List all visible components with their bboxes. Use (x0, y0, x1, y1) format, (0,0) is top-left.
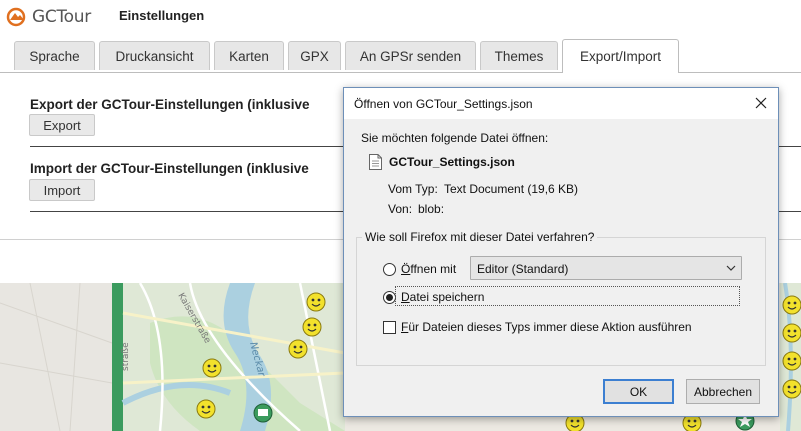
settings-tabbar: Sprache Druckansicht Karten GPX An GPSr … (0, 38, 801, 73)
import-section-title: Import der GCTour-Einstellungen (inklusi… (30, 161, 309, 176)
tab-label: Export/Import (579, 49, 662, 64)
open-with-app-select[interactable]: Editor (Standard) (470, 256, 742, 280)
geocache-traditional-icon[interactable] (253, 403, 273, 423)
geocache-found-icon[interactable] (288, 339, 308, 359)
file-source-label: Von: (388, 202, 413, 216)
file-source-value: blob: (418, 202, 445, 216)
page-title: Einstellungen (119, 8, 205, 23)
text-file-icon (369, 154, 382, 170)
gctour-logo-icon (6, 7, 26, 27)
import-button[interactable]: Import (29, 179, 95, 201)
chevron-down-icon (726, 265, 736, 271)
geocache-found-icon[interactable] (196, 399, 216, 419)
tab-label: Sprache (29, 48, 80, 64)
export-button[interactable]: Export (29, 114, 95, 136)
ok-button[interactable]: OK (603, 379, 674, 404)
file-type-value: Text Document (19,6 KB) (444, 182, 579, 196)
tab-label: Druckansicht (115, 48, 194, 64)
tab-label: Karten (229, 48, 269, 64)
geocache-found-icon[interactable] (782, 351, 801, 371)
geocache-found-icon[interactable] (782, 295, 801, 315)
download-dialog: Öffnen von GCTour_Settings.json Sie möch… (343, 87, 779, 417)
tab-label: An GPSr senden (359, 48, 462, 64)
tab-sprache[interactable]: Sprache (14, 41, 95, 70)
action-question: Wie soll Firefox mit dieser Datei verfah… (362, 230, 598, 244)
geocache-found-icon[interactable] (202, 358, 222, 378)
open-with-app-value: Editor (Standard) (477, 262, 569, 276)
tab-export-import[interactable]: Export/Import (562, 39, 679, 73)
open-with-label[interactable]: Öffnen mit (401, 262, 456, 276)
logo-text: GCTour (32, 7, 91, 27)
geocache-found-icon[interactable] (782, 379, 801, 399)
dialog-prompt: Sie möchten folgende Datei öffnen: (361, 131, 549, 145)
dialog-title: Öffnen von GCTour_Settings.json (354, 97, 533, 111)
open-with-radio[interactable] (383, 263, 396, 276)
tab-an-gpsr-senden[interactable]: An GPSr senden (345, 41, 476, 70)
geocache-found-icon[interactable] (306, 292, 326, 312)
tab-gpx[interactable]: GPX (288, 41, 341, 70)
file-name: GCTour_Settings.json (389, 155, 515, 169)
tab-themes[interactable]: Themes (480, 41, 558, 70)
tab-druckansicht[interactable]: Druckansicht (99, 41, 210, 70)
close-icon[interactable] (752, 94, 770, 112)
dialog-titlebar[interactable]: Öffnen von GCTour_Settings.json (344, 88, 778, 119)
export-section-title: Export der GCTour-Einstellungen (inklusi… (30, 97, 310, 112)
save-file-label[interactable]: Datei speichern (401, 290, 484, 304)
always-do-label[interactable]: Für Dateien dieses Typs immer diese Akti… (401, 320, 692, 334)
cancel-button[interactable]: Abbrechen (686, 379, 760, 404)
file-type-label: Vom Typ: (388, 182, 438, 196)
always-do-checkbox[interactable] (383, 321, 396, 334)
tab-label: Themes (494, 48, 544, 64)
gctour-logo[interactable]: GCTour (6, 5, 114, 29)
tab-label: GPX (300, 48, 329, 64)
geocache-found-icon[interactable] (782, 323, 801, 343)
geocache-found-icon[interactable] (302, 317, 322, 337)
tab-karten[interactable]: Karten (214, 41, 284, 70)
